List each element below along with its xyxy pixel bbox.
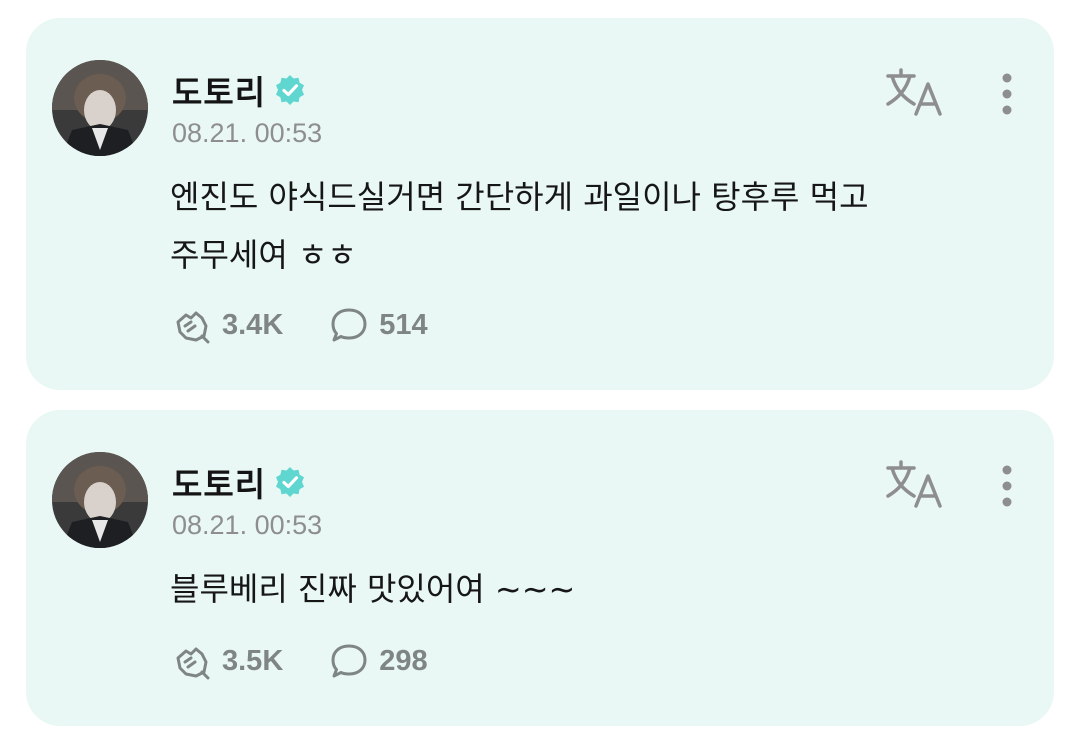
like-count: 3.4K bbox=[222, 308, 284, 341]
post-card[interactable]: 도토리 08.21. 00:53 블루베리 진짜 맛있어여 ~~~ 3.5K 2… bbox=[26, 410, 1054, 726]
comment-bubble-icon bbox=[331, 644, 367, 678]
post-stats: 3.4K 514 bbox=[172, 306, 474, 344]
post-text-line: 주무세여 ㅎㅎ bbox=[170, 236, 357, 274]
like-button[interactable]: 3.5K bbox=[172, 642, 283, 680]
like-count: 3.5K bbox=[222, 644, 284, 677]
comment-button[interactable]: 298 bbox=[329, 642, 428, 680]
like-hand-icon bbox=[176, 311, 210, 344]
avatar[interactable] bbox=[52, 60, 148, 156]
post-date: 08.21. 00:53 bbox=[172, 118, 323, 148]
avatar[interactable] bbox=[52, 452, 148, 548]
more-vertical-icon[interactable] bbox=[994, 464, 1020, 508]
comment-button[interactable]: 514 bbox=[329, 306, 428, 344]
comment-count: 298 bbox=[379, 644, 428, 677]
translate-icon[interactable] bbox=[884, 458, 944, 510]
post-card[interactable]: 도토리 08.21. 00:53 엔진도 야식드실거면 간단하게 과일이나 탕후… bbox=[26, 18, 1054, 390]
translate-icon[interactable] bbox=[884, 66, 944, 118]
post-stats: 3.5K 298 bbox=[172, 642, 474, 680]
more-vertical-icon[interactable] bbox=[994, 72, 1020, 116]
post-text-line: 엔진도 야식드실거면 간단하게 과일이나 탕후루 먹고 bbox=[170, 178, 869, 216]
comment-bubble-icon bbox=[331, 308, 367, 342]
verified-badge-icon bbox=[276, 75, 305, 105]
post-text: 블루베리 진짜 맛있어여 ~~~ bbox=[170, 560, 1020, 618]
like-hand-icon bbox=[176, 647, 210, 680]
like-button[interactable]: 3.4K bbox=[172, 306, 283, 344]
verified-badge-icon bbox=[276, 467, 305, 497]
post-text-line: 블루베리 진짜 맛있어여 ~~~ bbox=[170, 570, 576, 608]
author-name[interactable]: 도토리 bbox=[172, 458, 266, 506]
comment-count: 514 bbox=[379, 308, 428, 341]
author-name[interactable]: 도토리 bbox=[172, 66, 266, 114]
post-date: 08.21. 00:53 bbox=[172, 510, 323, 540]
post-text: 엔진도 야식드실거면 간단하게 과일이나 탕후루 먹고 주무세여 ㅎㅎ bbox=[170, 168, 1020, 284]
